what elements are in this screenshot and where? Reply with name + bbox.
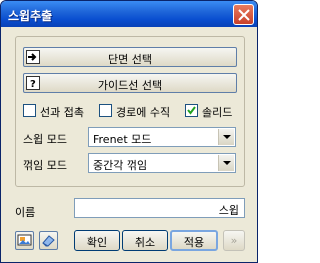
close-button[interactable] <box>233 4 254 25</box>
more-button[interactable]: » <box>223 230 245 251</box>
sweep-mode-label: 스윕 모드 <box>23 133 67 146</box>
check-icon <box>185 104 198 117</box>
sweep-mode-select[interactable]: Frenet 모드 <box>88 127 236 147</box>
select-guide-label: 가이드선 선택 <box>97 79 163 92</box>
chevron-down-icon[interactable] <box>218 129 234 145</box>
select-section-button[interactable]: 단면 선택 <box>23 47 237 67</box>
sweep-mode-value: Frenet 모드 <box>93 133 152 146</box>
eraser-icon <box>42 235 55 247</box>
name-label: 이름 <box>15 206 36 219</box>
bend-mode-select[interactable]: 중간각 꺾임 <box>88 153 236 173</box>
eraser-tool-button[interactable] <box>39 231 58 250</box>
image-tool-button[interactable] <box>15 231 34 250</box>
name-field[interactable]: 스윕 <box>74 198 245 218</box>
ok-button[interactable]: 확인 <box>74 230 120 251</box>
title-bar[interactable]: 스윕추출 <box>1 1 257 27</box>
cancel-button[interactable]: 취소 <box>122 230 168 251</box>
picture-icon <box>17 234 32 246</box>
bend-mode-label: 꺾임 모드 <box>23 159 67 172</box>
chevron-down-icon[interactable] <box>218 155 234 171</box>
apply-button[interactable]: 적용 <box>170 230 218 251</box>
bend-mode-value: 중간각 꺾임 <box>93 159 148 172</box>
close-icon <box>238 9 250 21</box>
select-guide-button[interactable]: ? 가이드선 선택 <box>23 73 237 93</box>
sweep-dialog: 스윕추출 단면 선택 ? 가이드선 선택 선과 접촉 경로에 수직 솔리드 스윕… <box>0 0 258 263</box>
window-title: 스윕추출 <box>8 9 53 23</box>
select-section-label: 단면 선택 <box>108 53 152 66</box>
name-value: 스윕 <box>218 204 239 217</box>
options-group: 단면 선택 ? 가이드선 선택 선과 접촉 경로에 수직 솔리드 스윕 모드 F… <box>15 36 245 187</box>
